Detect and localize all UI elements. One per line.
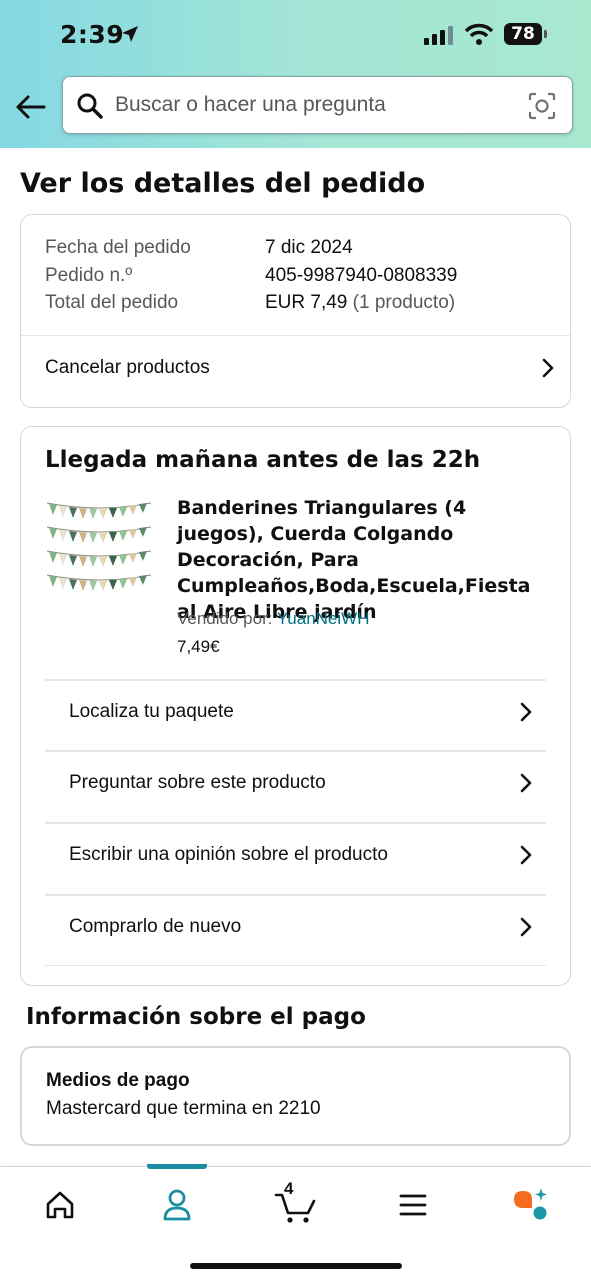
buy-again-label: Comprarlo de nuevo (69, 916, 242, 937)
search-icon (77, 93, 103, 119)
seller-label: Vendido por: (177, 609, 273, 628)
cart-count: 4 (284, 1179, 294, 1198)
payment-section-title: Información sobre el pago (26, 1004, 366, 1030)
payment-methods-label: Medios de pago (46, 1070, 190, 1091)
order-summary-card: Fecha del pedido 7 dic 2024 Pedido n.º 4… (20, 214, 571, 408)
header: 2:39 78 Buscar o hacer una pregunta (0, 0, 591, 148)
cancel-products-link[interactable]: Cancelar productos (45, 357, 556, 379)
menu-icon[interactable] (383, 1185, 443, 1225)
wifi-icon (464, 23, 494, 45)
active-tab-indicator (147, 1164, 207, 1169)
divider (45, 822, 546, 824)
order-number-value: 405-9987940-0808339 (265, 265, 458, 286)
bottom-tab-bar: 4 (0, 1164, 591, 1280)
write-review-link[interactable]: Escribir una opinión sobre el producto (69, 844, 534, 866)
camera-scan-icon[interactable] (528, 92, 556, 120)
chevron-right-icon (520, 845, 532, 865)
back-arrow-icon[interactable] (14, 92, 48, 122)
seller-info: Vendido por: YuanNeiWH (177, 609, 370, 629)
divider (45, 965, 546, 966)
status-time: 2:39 (60, 20, 125, 49)
order-number-label: Pedido n.º (45, 265, 133, 286)
delivery-title: Llegada mañana antes de las 22h (45, 447, 481, 473)
order-total-value: EUR 7,49 (1 producto) (265, 292, 455, 314)
page-title: Ver los detalles del pedido (20, 168, 426, 199)
order-date-value: 7 dic 2024 (265, 237, 353, 258)
chevron-right-icon (520, 773, 532, 793)
divider (45, 750, 546, 752)
ask-about-product-label: Preguntar sobre este producto (69, 772, 326, 793)
order-total-label: Total del pedido (45, 292, 179, 313)
rufus-assistant-icon[interactable] (500, 1185, 560, 1225)
cart-button[interactable]: 4 (266, 1179, 326, 1225)
write-review-label: Escribir una opinión sobre el producto (69, 844, 388, 865)
ask-about-product-link[interactable]: Preguntar sobre este producto (69, 772, 534, 794)
cancel-products-label: Cancelar productos (45, 357, 210, 378)
track-package-label: Localiza tu paquete (69, 701, 234, 722)
divider (21, 335, 570, 336)
home-indicator (190, 1263, 402, 1269)
order-total-amount: EUR 7,49 (265, 292, 348, 313)
home-icon[interactable] (30, 1185, 90, 1225)
product-image[interactable] (45, 497, 153, 597)
divider (45, 679, 546, 681)
order-total-count: (1 producto) (352, 292, 456, 313)
battery-indicator: 78 (504, 23, 547, 45)
chevron-right-icon (520, 917, 532, 937)
divider (45, 894, 546, 896)
search-input[interactable]: Buscar o hacer una pregunta (62, 76, 573, 134)
search-placeholder: Buscar o hacer una pregunta (115, 93, 386, 116)
location-arrow-icon (122, 26, 138, 42)
delivery-card: Llegada mañana antes de las 22h Banderin… (20, 426, 571, 986)
cart-icon (274, 1193, 316, 1223)
order-date-label: Fecha del pedido (45, 237, 191, 258)
chevron-right-icon (520, 702, 532, 722)
product-name-link[interactable]: Banderines Triangulares (4 juegos), Cuer… (177, 495, 547, 625)
payment-methods-value: Mastercard que termina en 2210 (46, 1098, 321, 1119)
seller-link[interactable]: YuanNeiWH (277, 609, 370, 628)
payment-methods-card[interactable]: Medios de pago Mastercard que termina en… (20, 1046, 571, 1146)
track-package-link[interactable]: Localiza tu paquete (69, 701, 534, 723)
account-icon[interactable] (147, 1185, 207, 1225)
cellular-signal-icon (424, 26, 453, 45)
buy-again-link[interactable]: Comprarlo de nuevo (69, 916, 534, 938)
product-price: 7,49€ (177, 637, 220, 656)
chevron-right-icon (542, 358, 554, 378)
